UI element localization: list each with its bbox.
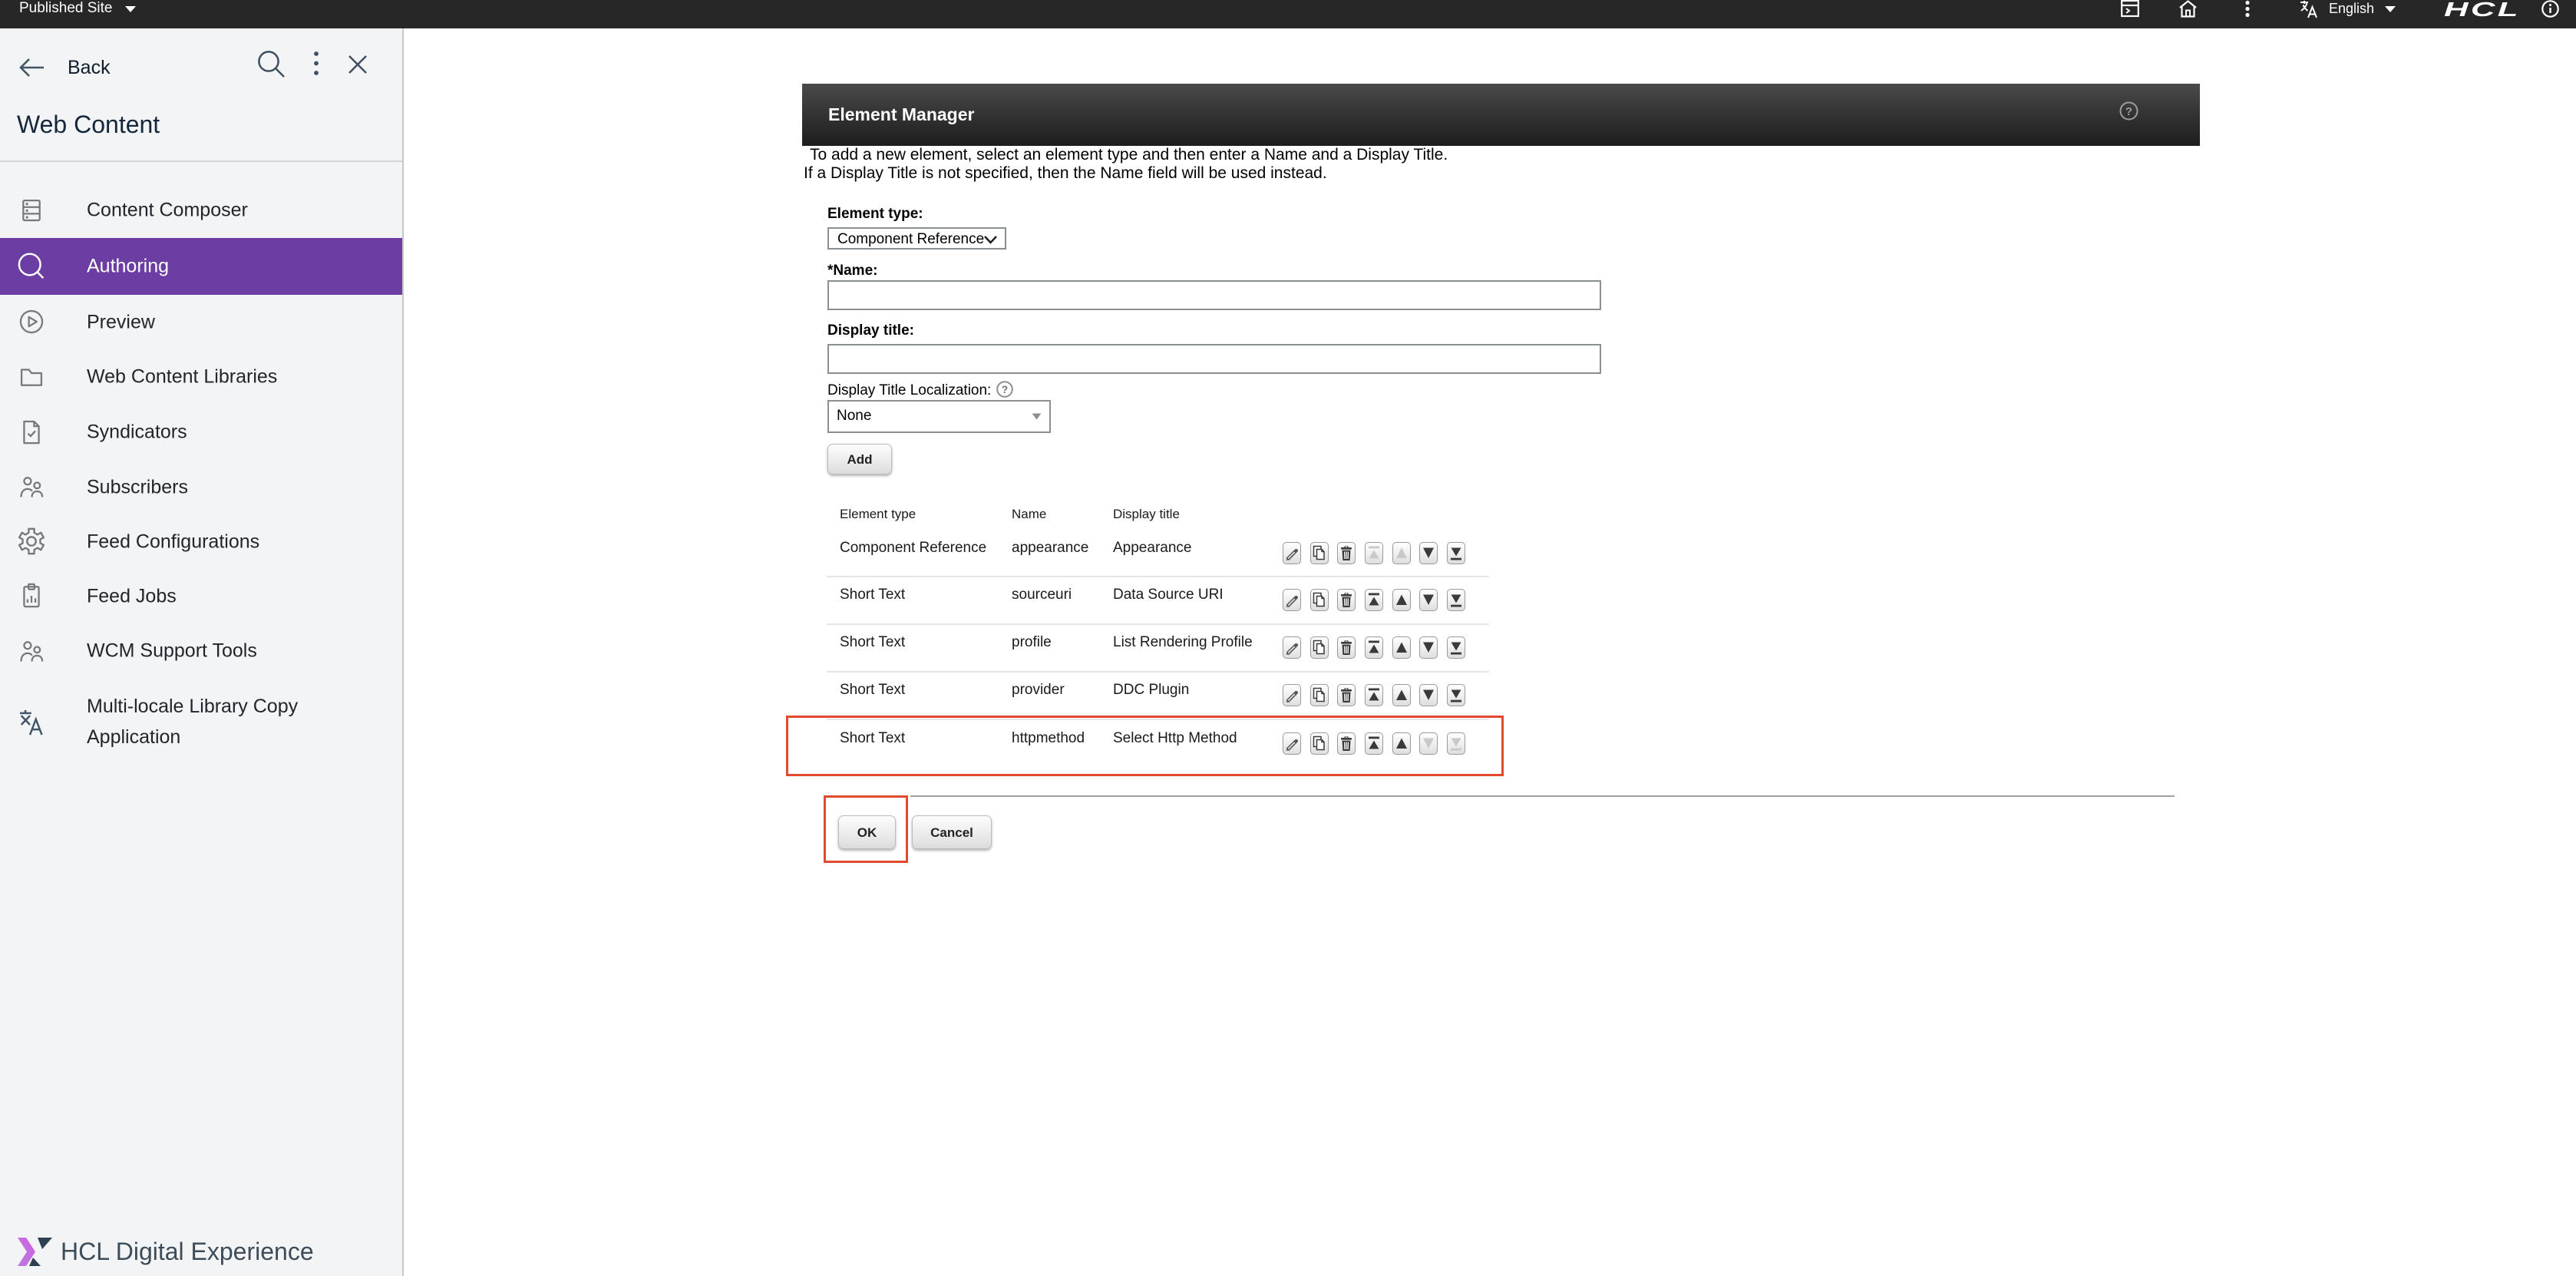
svg-text:?: ? (1002, 384, 1008, 395)
svg-text:?: ? (2125, 105, 2132, 118)
